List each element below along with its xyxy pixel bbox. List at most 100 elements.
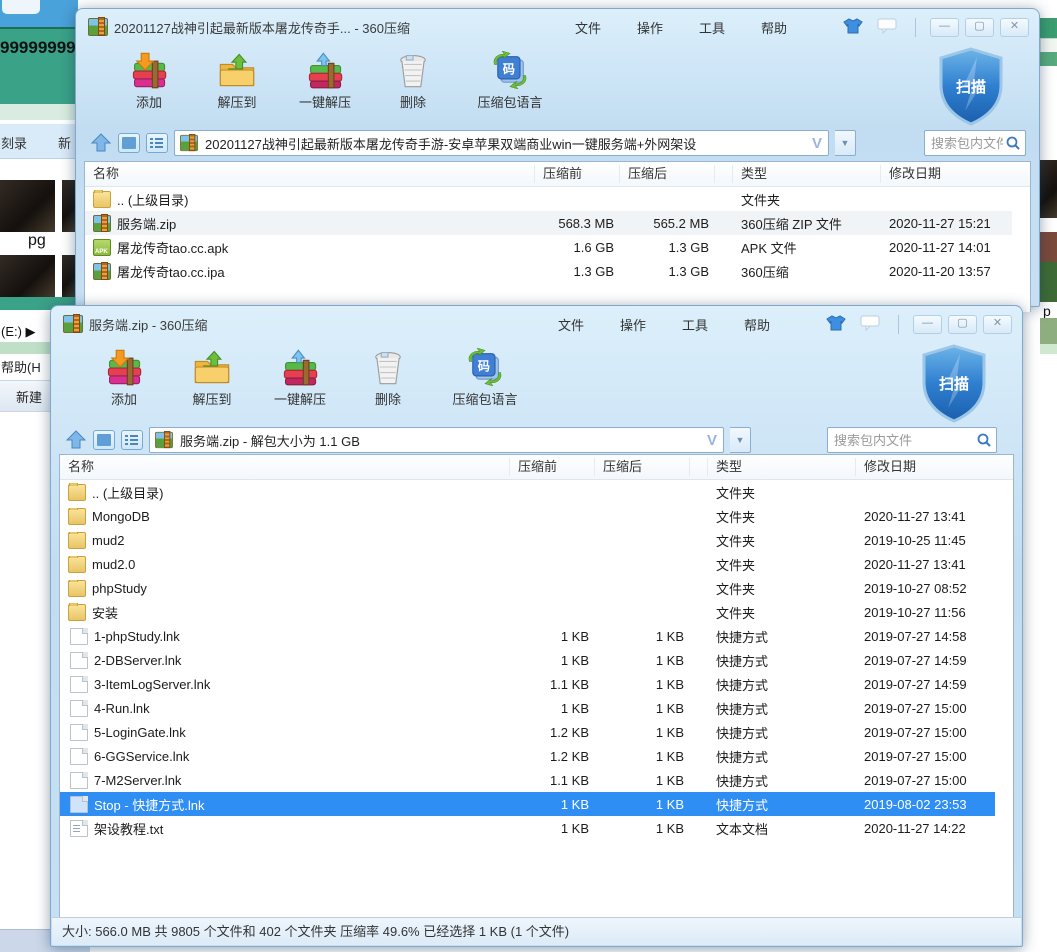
maximize-button[interactable]: ▢ [948,315,977,334]
modified-date: 2020-11-27 14:01 [881,240,1012,255]
feedback-icon[interactable] [877,18,897,37]
size-after: 1.3 GB [620,264,715,279]
file-type: 快捷方式 [708,795,856,814]
minimize-button[interactable]: — [913,315,942,334]
file-row[interactable]: 6-GGService.lnk1.2 KB1 KB快捷方式2019-07-27 … [60,744,995,768]
modified-date: 2019-08-02 23:53 [856,797,995,812]
delete-button[interactable]: 删除 [374,51,452,111]
size-before: 1.2 KB [510,725,595,740]
add-button[interactable]: 添加 [85,348,163,408]
file-row[interactable]: 1-phpStudy.lnk1 KB1 KB快捷方式2019-07-27 14:… [60,624,995,648]
file-name-cell: 2-DBServer.lnk [60,652,510,669]
size-after: 1.3 GB [620,240,715,255]
view-grid-icon[interactable] [93,430,115,450]
close-button[interactable]: ✕ [1000,18,1029,37]
address-input[interactable]: 20201127战神引起最新版本屠龙传奇手游-安卓苹果双端商业win一键服务端+… [174,130,829,156]
extract-to-icon [217,51,257,89]
column-date[interactable]: 修改日期 [856,458,1013,476]
address-input[interactable]: 服务端.zip - 解包大小为 1.1 GB V [149,427,724,453]
column-name[interactable]: 名称 [60,458,510,476]
menu-operate[interactable]: 操作 [619,14,681,41]
search-icon[interactable] [976,432,992,448]
file-name: 屠龙传奇tao.cc.ipa [117,262,225,281]
menu-help[interactable]: 帮助 [743,14,805,41]
menu-file[interactable]: 文件 [540,311,602,338]
feedback-icon[interactable] [860,315,880,334]
menu-file[interactable]: 文件 [557,14,619,41]
column-type[interactable]: 类型 [733,165,881,183]
menu-tools[interactable]: 工具 [681,14,743,41]
skin-icon[interactable] [843,18,863,37]
menu-tools[interactable]: 工具 [664,311,726,338]
archive-language-button[interactable]: 码 压缩包语言 [437,348,533,408]
file-row[interactable]: 安装文件夹2019-10-27 11:56 [60,600,995,624]
size-before: 568.3 MB [535,216,620,231]
one-click-extract-button[interactable]: 一键解压 [286,51,364,111]
menu-operate[interactable]: 操作 [602,311,664,338]
delete-button[interactable]: 删除 [349,348,427,408]
one-click-extract-button[interactable]: 一键解压 [261,348,339,408]
file-row[interactable]: 架设教程.txt1 KB1 KB文本文档2020-11-27 14:22 [60,816,995,840]
column-name[interactable]: 名称 [85,165,535,183]
file-name-cell: phpStudy [60,580,510,597]
column-after[interactable]: 压缩后 [620,165,715,183]
file-row[interactable]: phpStudy文件夹2019-10-27 08:52 [60,576,995,600]
view-list-icon[interactable] [121,430,143,450]
address-dropdown-button[interactable]: ▼ [835,130,856,156]
background-help-label: 帮助(H [1,357,41,376]
view-grid-icon[interactable] [118,133,140,153]
column-before[interactable]: 压缩前 [535,165,620,183]
column-date[interactable]: 修改日期 [881,165,1030,183]
titlebar[interactable]: 20201127战神引起最新版本屠龙传奇手... - 360压缩 文件 操作 工… [76,9,1039,45]
view-list-icon[interactable] [146,133,168,153]
up-arrow-icon[interactable] [65,430,87,450]
background-right-thumb [1040,232,1057,262]
extract-to-button[interactable]: 解压到 [198,51,276,111]
file-type: 快捷方式 [708,771,856,790]
extract-to-button[interactable]: 解压到 [173,348,251,408]
menu-help[interactable]: 帮助 [726,311,788,338]
file-name: mud2.0 [92,557,135,572]
search-input[interactable] [832,432,976,449]
file-row[interactable]: 3-ItemLogServer.lnk1.1 KB1 KB快捷方式2019-07… [60,672,995,696]
titlebar[interactable]: 服务端.zip - 360压缩 文件 操作 工具 帮助 — ▢ ✕ [51,306,1022,342]
file-row[interactable]: 2-DBServer.lnk1 KB1 KB快捷方式2019-07-27 14:… [60,648,995,672]
file-row[interactable]: 5-LoginGate.lnk1.2 KB1 KB快捷方式2019-07-27 … [60,720,995,744]
background-thumbnail [62,255,76,297]
file-row[interactable]: 7-M2Server.lnk1.1 KB1 KB快捷方式2019-07-27 1… [60,768,995,792]
search-icon[interactable] [1005,135,1021,151]
minimize-button[interactable]: — [930,18,959,37]
file-row[interactable]: Stop - 快捷方式.lnk1 KB1 KB快捷方式2019-08-02 23… [60,792,995,816]
file-row[interactable]: 屠龙传奇tao.cc.ipa1.3 GB1.3 GB360压缩2020-11-2… [85,259,1012,283]
archive-language-button[interactable]: 码 压缩包语言 [462,51,558,111]
search-box[interactable] [924,130,1026,156]
file-row[interactable]: 4-Run.lnk1 KB1 KB快捷方式2019-07-27 15:00 [60,696,995,720]
close-button[interactable]: ✕ [983,315,1012,334]
column-type[interactable]: 类型 [708,458,856,476]
column-before[interactable]: 压缩前 [510,458,595,476]
list-header: 名称 压缩前 压缩后 类型 修改日期 [60,455,1013,480]
file-row[interactable]: .. (上级目录)文件夹 [60,480,995,504]
search-input[interactable] [929,135,1005,152]
file-row[interactable]: mud2文件夹2019-10-25 11:45 [60,528,995,552]
file-row[interactable]: 服务端.zip568.3 MB565.2 MB360压缩 ZIP 文件2020-… [85,211,1012,235]
file-row[interactable]: 屠龙传奇tao.cc.apk1.6 GB1.3 GBAPK 文件2020-11-… [85,235,1012,259]
up-arrow-icon[interactable] [90,133,112,153]
scan-shield-button[interactable]: 扫描 [933,45,1009,129]
skin-icon[interactable] [826,315,846,334]
column-after[interactable]: 压缩后 [595,458,690,476]
window-title: 20201127战神引起最新版本屠龙传奇手... - 360压缩 [114,18,410,37]
file-row[interactable]: .. (上级目录)文件夹 [85,187,1012,211]
address-dropdown-button[interactable]: ▼ [730,427,751,453]
background-explorer-toolbar: 刻录 新 [0,124,78,159]
add-button[interactable]: 添加 [110,51,188,111]
search-box[interactable] [827,427,997,453]
file-row[interactable]: MongoDB文件夹2020-11-27 13:41 [60,504,995,528]
file-row[interactable]: mud2.0文件夹2020-11-27 13:41 [60,552,995,576]
menubar: 文件 操作 工具 帮助 [557,14,805,41]
scan-shield-button[interactable]: 扫描 [916,342,992,426]
size-before: 1.1 KB [510,677,595,692]
maximize-button[interactable]: ▢ [965,18,994,37]
file-list-panel: 名称 压缩前 压缩后 类型 修改日期 .. (上级目录)文件夹MongoDB文件… [59,454,1014,918]
file-name-cell: mud2.0 [60,556,510,573]
